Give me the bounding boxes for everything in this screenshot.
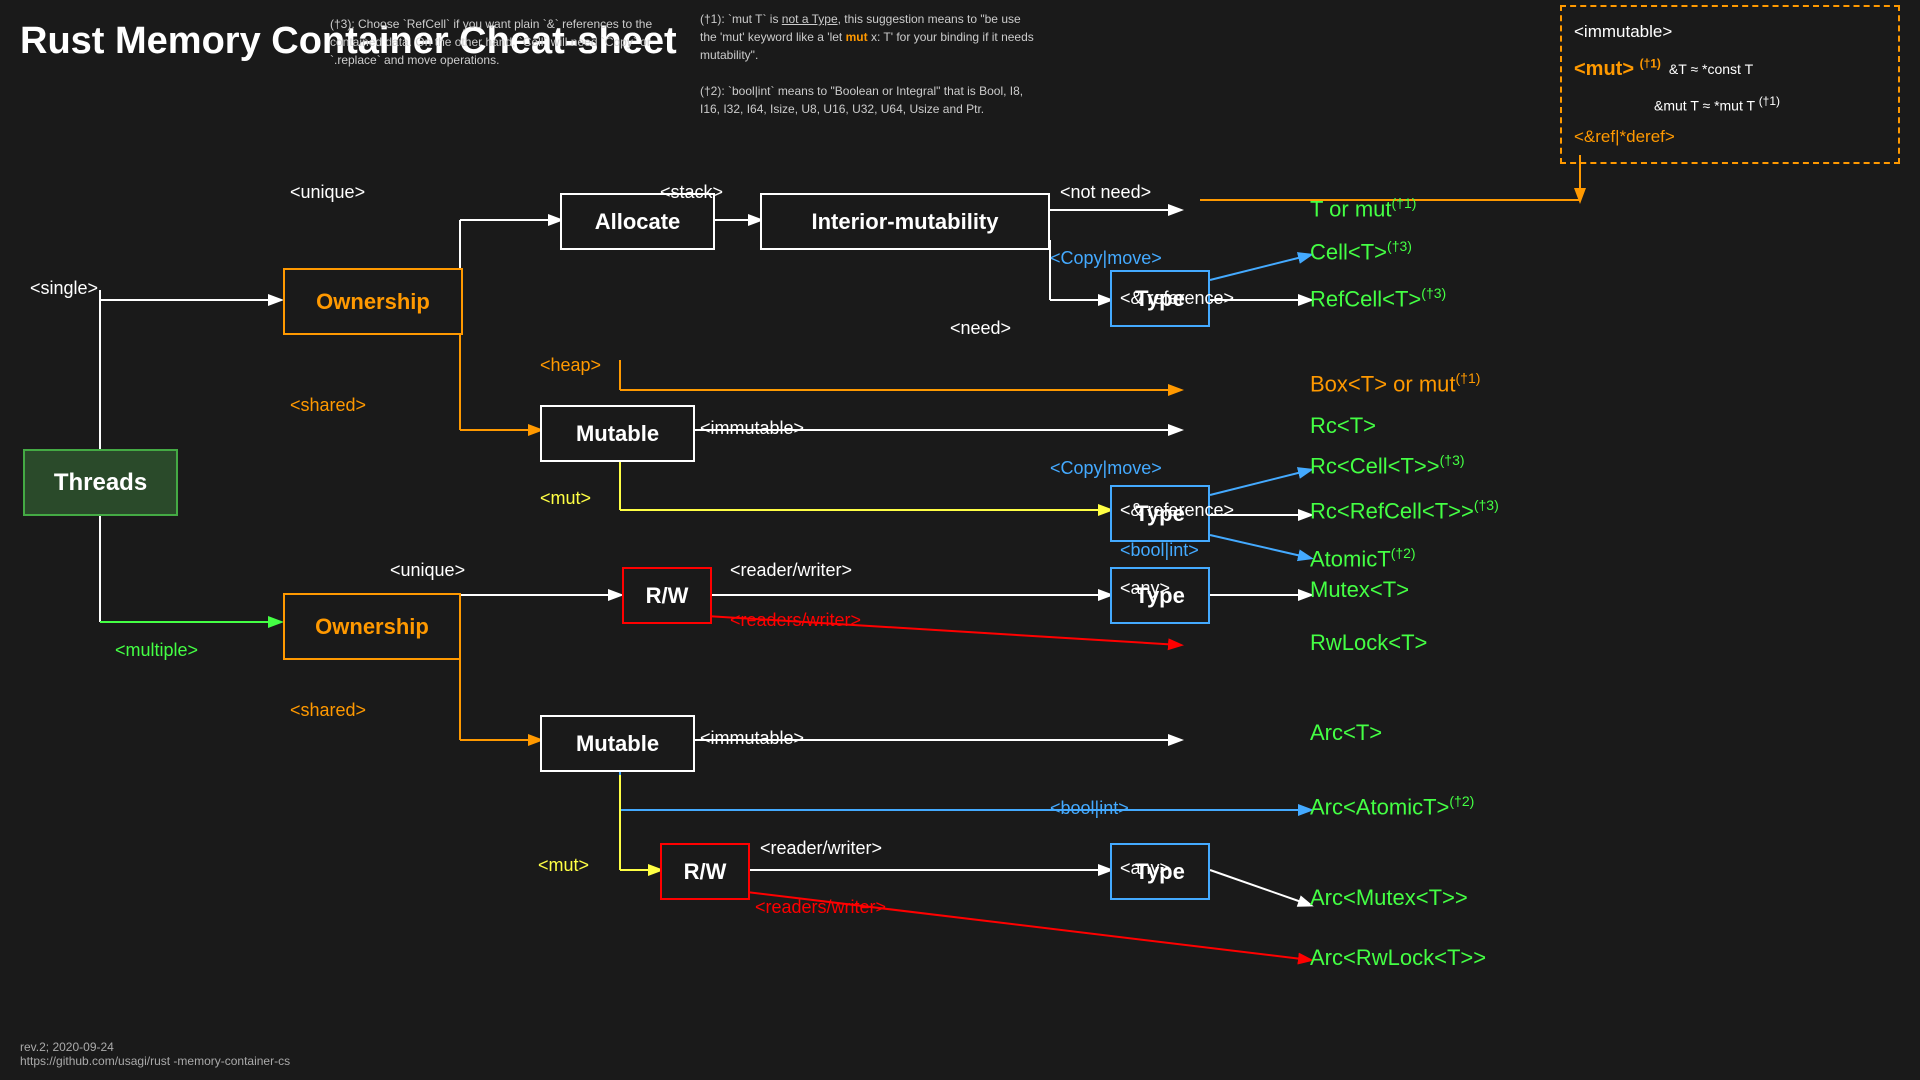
reader-writer2-label: <reader/writer> [760, 838, 882, 859]
heap-label: <heap> [540, 355, 601, 376]
threads-box: Threads [23, 449, 178, 516]
rw2-box: R/W [660, 843, 750, 900]
output-rc-refcell-t: Rc<RefCell<T>>(†3) [1310, 497, 1499, 524]
copy-move1-label: <Copy|move> [1050, 248, 1162, 269]
output-rwlock-t: RwLock<T> [1310, 630, 1427, 656]
footer: rev.2; 2020-09-24 https://github.com/usa… [20, 1040, 290, 1068]
reader-writer1-label: <reader/writer> [730, 560, 852, 581]
multiple-label: <multiple> [115, 640, 198, 661]
shared2-label: <shared> [290, 700, 366, 721]
immutable1-label: <immutable> [700, 418, 804, 439]
readers-writer1-label: <readers/writer> [730, 610, 861, 631]
single-label: <single> [30, 278, 98, 299]
output-rc-t: Rc<T> [1310, 413, 1376, 439]
any2-label: <any> [1120, 858, 1170, 879]
ownership2-box: Ownership [283, 593, 461, 660]
output-arc-mutex: Arc<Mutex<T>> [1310, 885, 1468, 911]
immutable2-label: <immutable> [700, 728, 804, 749]
readers-writer2-label: <readers/writer> [755, 897, 886, 918]
ref2-label: <& reference> [1120, 500, 1234, 521]
not-need-label: <not need> [1060, 182, 1151, 203]
diagram-svg [0, 0, 1920, 1080]
output-arc-t: Arc<T> [1310, 720, 1382, 746]
unique2-label: <unique> [390, 560, 465, 581]
mut2-label: <mut> [538, 855, 589, 876]
need-label: <need> [950, 318, 1011, 339]
bool-int2-label: <bool|int> [1050, 798, 1129, 819]
mutable1-box: Mutable [540, 405, 695, 462]
output-refcell-t: RefCell<T>(†3) [1310, 285, 1446, 312]
output-mutex-t: Mutex<T> [1310, 577, 1409, 603]
ref1-label: <& reference> [1120, 288, 1234, 309]
output-t-or-mut: T or mut(†1) [1310, 195, 1416, 222]
unique1-label: <unique> [290, 182, 365, 203]
output-atomic-t: AtomicT(†2) [1310, 545, 1416, 572]
output-box-t: Box<T> or mut(†1) [1310, 370, 1480, 397]
output-arc-rwlock: Arc<RwLock<T>> [1310, 945, 1486, 971]
footer-url: https://github.com/usagi/rust -memory-co… [20, 1054, 290, 1068]
ownership1-box: Ownership [283, 268, 463, 335]
output-cell-t: Cell<T>(†3) [1310, 238, 1412, 265]
stack-label: <stack> [660, 182, 723, 203]
shared1-label: <shared> [290, 395, 366, 416]
output-arc-atomic: Arc<AtomicT>(†2) [1310, 793, 1474, 820]
any1-label: <any> [1120, 578, 1170, 599]
output-rc-cell-t: Rc<Cell<T>>(†3) [1310, 452, 1465, 479]
footer-rev: rev.2; 2020-09-24 [20, 1040, 290, 1054]
interior-mut-box: Interior-mutability [760, 193, 1050, 250]
bool-int1-label: <bool|int> [1120, 540, 1199, 561]
copy-move2-label: <Copy|move> [1050, 458, 1162, 479]
mut1-label: <mut> [540, 488, 591, 509]
main-container: Rust Memory Container Cheat-sheet (†3): … [0, 0, 1920, 1080]
mutable2-box: Mutable [540, 715, 695, 772]
rw1-box: R/W [622, 567, 712, 624]
